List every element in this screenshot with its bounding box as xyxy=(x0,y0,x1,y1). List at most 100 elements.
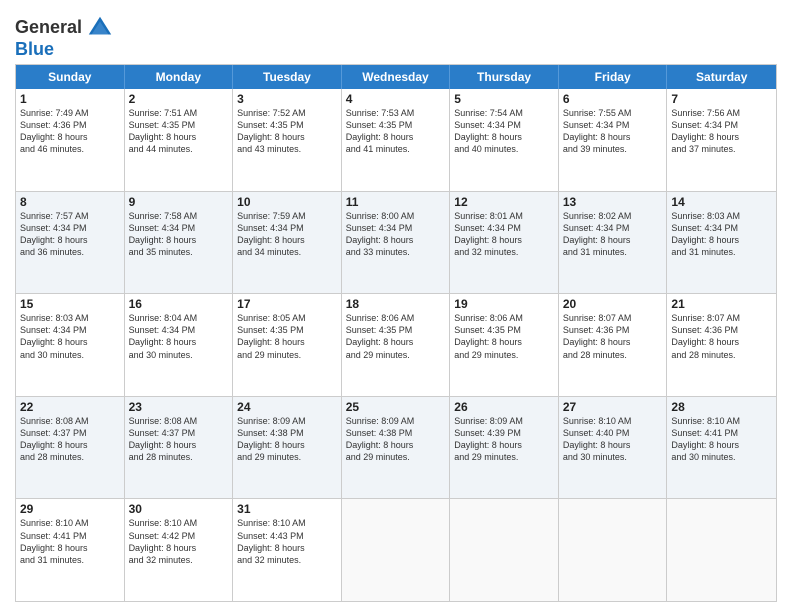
cell-line: Sunrise: 8:01 AM xyxy=(454,210,554,222)
calendar-week: 15Sunrise: 8:03 AMSunset: 4:34 PMDayligh… xyxy=(16,294,776,397)
calendar: SundayMondayTuesdayWednesdayThursdayFrid… xyxy=(15,64,777,602)
day-number: 31 xyxy=(237,502,337,516)
cell-line: Daylight: 8 hours xyxy=(454,439,554,451)
cell-line: Daylight: 8 hours xyxy=(237,439,337,451)
cell-line: and 30 minutes. xyxy=(563,451,663,463)
cell-line: Sunset: 4:34 PM xyxy=(671,119,772,131)
cell-line: Sunset: 4:35 PM xyxy=(237,324,337,336)
cell-line: and 32 minutes. xyxy=(129,554,229,566)
cell-line: Sunset: 4:42 PM xyxy=(129,530,229,542)
cell-line: Sunset: 4:37 PM xyxy=(129,427,229,439)
cell-line: Sunrise: 7:57 AM xyxy=(20,210,120,222)
calendar-cell: 25Sunrise: 8:09 AMSunset: 4:38 PMDayligh… xyxy=(342,397,451,499)
cell-line: Daylight: 8 hours xyxy=(671,439,772,451)
cell-line: Sunrise: 8:10 AM xyxy=(237,517,337,529)
day-number: 15 xyxy=(20,297,120,311)
calendar-week: 29Sunrise: 8:10 AMSunset: 4:41 PMDayligh… xyxy=(16,499,776,601)
cell-line: Daylight: 8 hours xyxy=(237,336,337,348)
cell-line: Sunset: 4:35 PM xyxy=(129,119,229,131)
cell-line: Daylight: 8 hours xyxy=(129,336,229,348)
cell-line: Sunset: 4:34 PM xyxy=(20,324,120,336)
calendar-cell: 6Sunrise: 7:55 AMSunset: 4:34 PMDaylight… xyxy=(559,89,668,191)
calendar-cell-empty xyxy=(667,499,776,601)
cell-line: and 29 minutes. xyxy=(454,451,554,463)
cell-line: Sunset: 4:34 PM xyxy=(129,222,229,234)
cell-line: Daylight: 8 hours xyxy=(20,542,120,554)
calendar-cell: 28Sunrise: 8:10 AMSunset: 4:41 PMDayligh… xyxy=(667,397,776,499)
cell-line: Sunset: 4:38 PM xyxy=(237,427,337,439)
cell-line: and 41 minutes. xyxy=(346,143,446,155)
cell-line: Sunset: 4:35 PM xyxy=(454,324,554,336)
cell-line: Daylight: 8 hours xyxy=(129,439,229,451)
cell-line: Daylight: 8 hours xyxy=(129,542,229,554)
cell-line: Daylight: 8 hours xyxy=(237,542,337,554)
logo-blue-text: Blue xyxy=(15,39,54,59)
cell-line: Daylight: 8 hours xyxy=(237,234,337,246)
cell-line: Sunrise: 8:02 AM xyxy=(563,210,663,222)
cell-line: and 37 minutes. xyxy=(671,143,772,155)
calendar-header-cell: Saturday xyxy=(667,65,776,89)
day-number: 13 xyxy=(563,195,663,209)
calendar-cell: 5Sunrise: 7:54 AMSunset: 4:34 PMDaylight… xyxy=(450,89,559,191)
calendar-cell: 2Sunrise: 7:51 AMSunset: 4:35 PMDaylight… xyxy=(125,89,234,191)
cell-line: Daylight: 8 hours xyxy=(129,234,229,246)
calendar-cell: 14Sunrise: 8:03 AMSunset: 4:34 PMDayligh… xyxy=(667,192,776,294)
logo-general-text: General xyxy=(15,18,82,38)
cell-line: and 28 minutes. xyxy=(129,451,229,463)
cell-line: and 31 minutes. xyxy=(20,554,120,566)
calendar-cell: 16Sunrise: 8:04 AMSunset: 4:34 PMDayligh… xyxy=(125,294,234,396)
calendar-cell: 9Sunrise: 7:58 AMSunset: 4:34 PMDaylight… xyxy=(125,192,234,294)
cell-line: and 34 minutes. xyxy=(237,246,337,258)
calendar-cell: 29Sunrise: 8:10 AMSunset: 4:41 PMDayligh… xyxy=(16,499,125,601)
cell-line: Sunset: 4:34 PM xyxy=(129,324,229,336)
day-number: 4 xyxy=(346,92,446,106)
cell-line: Sunset: 4:34 PM xyxy=(454,119,554,131)
cell-line: and 29 minutes. xyxy=(237,451,337,463)
calendar-cell: 15Sunrise: 8:03 AMSunset: 4:34 PMDayligh… xyxy=(16,294,125,396)
calendar-cell: 23Sunrise: 8:08 AMSunset: 4:37 PMDayligh… xyxy=(125,397,234,499)
calendar-cell: 22Sunrise: 8:08 AMSunset: 4:37 PMDayligh… xyxy=(16,397,125,499)
day-number: 23 xyxy=(129,400,229,414)
cell-line: Daylight: 8 hours xyxy=(20,234,120,246)
cell-line: Daylight: 8 hours xyxy=(563,439,663,451)
cell-line: and 32 minutes. xyxy=(454,246,554,258)
calendar-cell: 20Sunrise: 8:07 AMSunset: 4:36 PMDayligh… xyxy=(559,294,668,396)
calendar-week: 8Sunrise: 7:57 AMSunset: 4:34 PMDaylight… xyxy=(16,192,776,295)
header: General Blue xyxy=(15,10,777,60)
day-number: 28 xyxy=(671,400,772,414)
calendar-week: 22Sunrise: 8:08 AMSunset: 4:37 PMDayligh… xyxy=(16,397,776,500)
cell-line: Sunset: 4:34 PM xyxy=(454,222,554,234)
cell-line: Daylight: 8 hours xyxy=(346,131,446,143)
cell-line: Daylight: 8 hours xyxy=(671,336,772,348)
calendar-cell: 8Sunrise: 7:57 AMSunset: 4:34 PMDaylight… xyxy=(16,192,125,294)
calendar-cell: 10Sunrise: 7:59 AMSunset: 4:34 PMDayligh… xyxy=(233,192,342,294)
cell-line: and 28 minutes. xyxy=(20,451,120,463)
calendar-cell: 31Sunrise: 8:10 AMSunset: 4:43 PMDayligh… xyxy=(233,499,342,601)
day-number: 14 xyxy=(671,195,772,209)
cell-line: and 40 minutes. xyxy=(454,143,554,155)
cell-line: Sunrise: 8:07 AM xyxy=(671,312,772,324)
cell-line: and 28 minutes. xyxy=(671,349,772,361)
day-number: 8 xyxy=(20,195,120,209)
day-number: 7 xyxy=(671,92,772,106)
cell-line: Daylight: 8 hours xyxy=(671,234,772,246)
cell-line: Sunset: 4:34 PM xyxy=(563,119,663,131)
calendar-cell: 11Sunrise: 8:00 AMSunset: 4:34 PMDayligh… xyxy=(342,192,451,294)
cell-line: Sunrise: 8:03 AM xyxy=(671,210,772,222)
cell-line: and 31 minutes. xyxy=(671,246,772,258)
cell-line: Daylight: 8 hours xyxy=(563,336,663,348)
cell-line: Sunset: 4:34 PM xyxy=(20,222,120,234)
cell-line: Daylight: 8 hours xyxy=(20,131,120,143)
cell-line: Sunrise: 8:06 AM xyxy=(346,312,446,324)
day-number: 17 xyxy=(237,297,337,311)
cell-line: and 28 minutes. xyxy=(563,349,663,361)
cell-line: and 36 minutes. xyxy=(20,246,120,258)
calendar-cell-empty xyxy=(559,499,668,601)
calendar-header: SundayMondayTuesdayWednesdayThursdayFrid… xyxy=(16,65,776,89)
calendar-header-cell: Friday xyxy=(559,65,668,89)
cell-line: and 35 minutes. xyxy=(129,246,229,258)
cell-line: Sunrise: 7:53 AM xyxy=(346,107,446,119)
calendar-cell-empty xyxy=(342,499,451,601)
day-number: 10 xyxy=(237,195,337,209)
cell-line: Sunrise: 8:09 AM xyxy=(237,415,337,427)
